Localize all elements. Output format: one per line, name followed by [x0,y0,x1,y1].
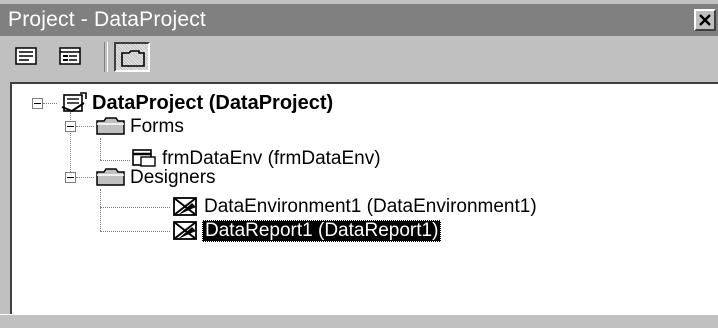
tree-line [100,160,130,161]
tree-line [76,126,94,127]
project-collapse-toggle[interactable] [32,98,43,109]
forms-collapse-toggle[interactable] [65,121,76,132]
close-icon [699,14,711,26]
folder-icon [96,168,125,186]
toolbar-separator [104,42,108,72]
tree-item-datareport1-label[interactable]: DataReport1 (DataReport1) [202,220,442,242]
tree-item-designers-label[interactable]: Designers [130,167,216,189]
tree-item-forms-label[interactable]: Forms [130,116,184,138]
tree-line [43,103,57,104]
tree-line [100,231,170,232]
project-icon [61,92,87,113]
tree-item-dataenvironment1-label[interactable]: DataEnvironment1 (DataEnvironment1) [204,196,537,218]
window-bottom-edge [0,314,718,328]
project-explorer-window: Project - DataProject DataProject (DataP… [0,0,718,328]
view-object-button[interactable] [54,42,88,72]
tree-line [100,207,170,208]
tree-line [76,177,94,178]
tree-item-project-label[interactable]: DataProject (DataProject) [92,92,333,114]
close-button[interactable] [694,9,716,31]
form-icon [132,149,156,167]
view-code-button[interactable] [10,42,44,72]
tree-line [100,189,101,231]
view-object-icon [59,47,81,65]
designer-icon [173,221,197,240]
tree-line [100,138,101,160]
toolbar [0,36,718,78]
project-tree[interactable]: DataProject (DataProject) Forms frmDataE… [10,82,718,314]
window-title: Project - DataProject [8,8,206,31]
folder-icon [96,117,125,135]
title-bar[interactable]: Project - DataProject [0,4,718,36]
toggle-folders-button[interactable] [114,42,150,72]
toggle-folders-icon [121,50,145,67]
designer-icon [173,197,197,216]
designers-collapse-toggle[interactable] [65,172,76,183]
view-code-icon [15,47,37,65]
